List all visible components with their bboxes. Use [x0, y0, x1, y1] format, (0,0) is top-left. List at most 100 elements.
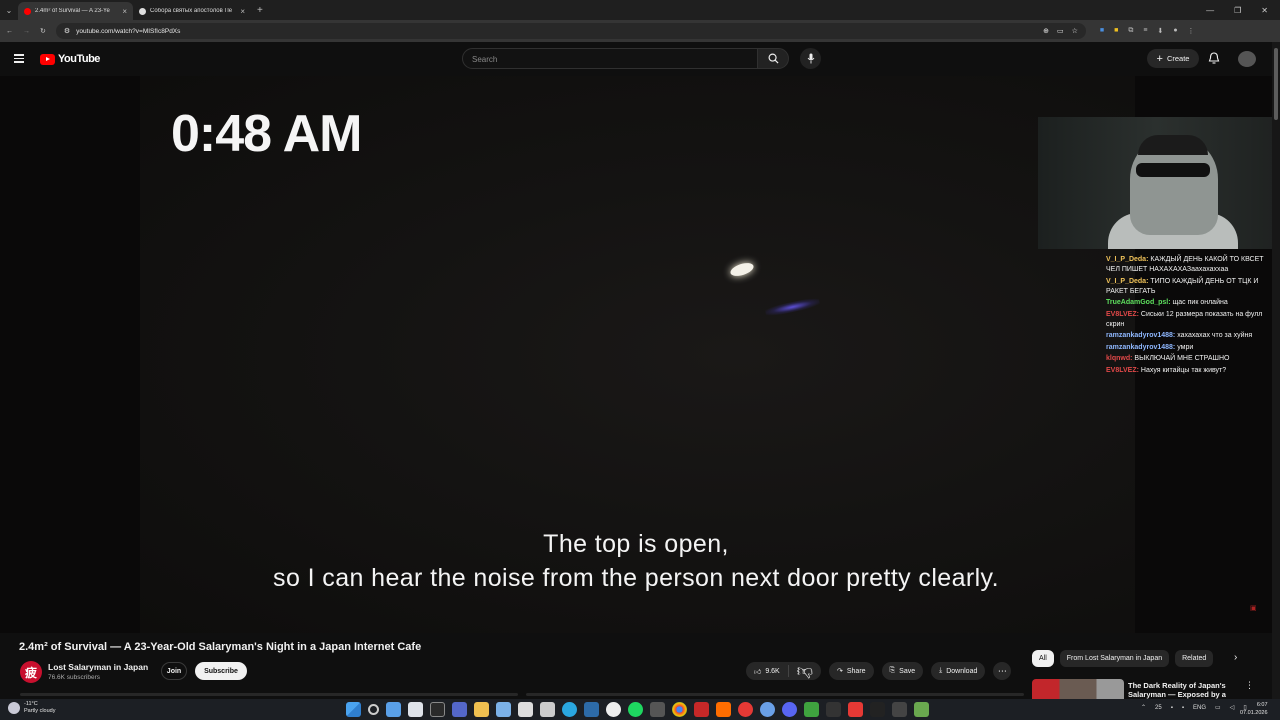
app-icon[interactable] — [540, 702, 555, 717]
notifications-bell-icon[interactable] — [1208, 52, 1220, 70]
volume-icon[interactable]: ◁ — [1230, 704, 1235, 711]
app-icon[interactable] — [760, 702, 775, 717]
chat-message: ramzankadyrov1488: умри — [1106, 343, 1272, 353]
chip-from-channel[interactable]: From Lost Salaryman in Japan — [1059, 650, 1170, 667]
downloads-icon[interactable]: ⬇ — [1157, 27, 1163, 35]
network-icon[interactable]: ▭ — [1215, 704, 1221, 711]
save-button[interactable]: ⎘ Save — [881, 662, 924, 680]
search-input[interactable]: Search — [462, 48, 758, 69]
app-icon[interactable] — [870, 702, 885, 717]
dislike-button[interactable]: 👎︎ — [789, 662, 821, 681]
app-icon[interactable] — [430, 702, 445, 717]
terminal-icon[interactable] — [892, 702, 907, 717]
close-window-icon[interactable]: ✕ — [1261, 6, 1268, 15]
tab-youtube[interactable]: 2.4m² of Survival — A 23-Ye × — [18, 2, 133, 20]
bookmark-star-icon[interactable]: ☆ — [1072, 27, 1078, 35]
tray-app-icon[interactable]: ▪ — [1182, 705, 1184, 711]
language-indicator[interactable]: ENG — [1193, 705, 1206, 711]
reload-icon[interactable]: ↻ — [40, 27, 46, 35]
subscribe-button[interactable]: Subscribe — [195, 662, 247, 680]
tray-app-icon[interactable]: ▪ — [1171, 705, 1173, 711]
taskbar-apps — [346, 702, 929, 717]
chat-text: хахахахах что за хуйня — [1175, 332, 1253, 339]
site-info-icon[interactable]: ⚙ — [64, 27, 70, 35]
create-button[interactable]: + Create — [1147, 49, 1199, 68]
video-player[interactable]: 0:48 AM V_I_P_Deda: КАЖДЫЙ ДЕНЬ КАКОЙ ТО… — [0, 76, 1272, 633]
extension-icon[interactable]: ■ — [1100, 27, 1104, 35]
chip-all[interactable]: All — [1032, 650, 1054, 667]
spotify-icon[interactable] — [628, 702, 643, 717]
chat-text: ВЫКЛЮЧАЙ МНЕ СТРАШНО — [1132, 355, 1230, 362]
channel-avatar[interactable]: 疲 — [20, 661, 42, 683]
menu-icon[interactable]: ≡ — [1143, 27, 1147, 35]
download-button[interactable]: ⤓ Download — [931, 662, 986, 680]
download-label: Download — [946, 667, 978, 675]
app-icon[interactable] — [496, 702, 511, 717]
minecraft-icon[interactable] — [804, 702, 819, 717]
page-scrollbar[interactable] — [1272, 42, 1280, 699]
tab-second[interactable]: Собора святых апостолов Пе × — [133, 2, 251, 20]
chevron-right-icon[interactable]: › — [1234, 652, 1237, 663]
like-button[interactable]: 👍︎ 9.6K — [746, 665, 789, 677]
forward-icon[interactable]: → — [23, 28, 30, 35]
recommended-thumbnail[interactable] — [1032, 679, 1124, 699]
app-icon[interactable] — [914, 702, 929, 717]
extensions-puzzle-icon[interactable]: ⧉ — [1128, 27, 1133, 35]
tab-close-icon[interactable]: × — [240, 7, 245, 16]
app-icon[interactable] — [452, 702, 467, 717]
minimize-icon[interactable]: — — [1206, 6, 1214, 15]
extension-icon[interactable]: ■ — [1114, 27, 1118, 35]
weather-widget[interactable]: -11°C Partly cloudy — [8, 701, 56, 715]
download-icon: ⤓ — [939, 667, 943, 674]
omnibox-actions: ⊕ ▭ ☆ — [1043, 27, 1078, 35]
tab-search-icon[interactable]: ⌄ — [0, 6, 18, 15]
address-bar[interactable]: ⚙ youtube.com/watch?v=MISfIc8PdXs ⊕ ▭ ☆ — [55, 23, 1086, 39]
maximize-icon[interactable]: ❐ — [1234, 6, 1241, 15]
taskbar-clock[interactable]: 6:07 07.01.2026 — [1240, 701, 1268, 717]
tray-chevron-up-icon[interactable]: ⌃ — [1141, 704, 1146, 711]
back-icon[interactable]: ← — [6, 28, 13, 35]
search-taskbar-icon[interactable] — [368, 704, 379, 715]
chrome-icon[interactable] — [672, 702, 687, 717]
subtitle-line-1: The top is open, — [543, 530, 729, 558]
file-explorer-icon[interactable] — [474, 702, 489, 717]
chatgpt-icon[interactable] — [606, 702, 621, 717]
windows-start-icon[interactable] — [346, 702, 361, 717]
share-button[interactable]: ↷ Share — [828, 662, 874, 680]
recommended-menu-icon[interactable]: ⋮ — [1245, 680, 1254, 691]
join-button[interactable]: Join — [161, 662, 187, 680]
channel-name[interactable]: Lost Salaryman in Japan — [48, 662, 148, 672]
more-actions-icon[interactable]: ⋯ — [993, 662, 1012, 680]
chat-message: EV8LVEZ: Сиськи 12 размера показать на ф… — [1106, 310, 1272, 330]
user-avatar[interactable] — [1238, 51, 1256, 67]
chat-username: V_I_P_Deda: — [1106, 277, 1149, 285]
telegram-icon[interactable] — [562, 702, 577, 717]
scrollbar-thumb[interactable] — [1274, 48, 1278, 120]
app-icon[interactable] — [716, 702, 731, 717]
app-icon[interactable] — [694, 702, 709, 717]
hamburger-menu-icon[interactable] — [14, 54, 24, 63]
zoom-icon[interactable]: ⊕ — [1043, 27, 1049, 35]
youtube-logo[interactable]: YouTube — [40, 53, 100, 65]
steam-icon[interactable] — [584, 702, 599, 717]
app-icon[interactable] — [408, 702, 423, 717]
app-icon[interactable] — [650, 702, 665, 717]
cast-icon[interactable]: ▭ — [1057, 27, 1064, 35]
taskbar-time: 6:07 — [1256, 702, 1268, 708]
tab-close-icon[interactable]: × — [122, 7, 127, 16]
new-tab-icon[interactable]: + — [257, 5, 263, 16]
app-icon[interactable] — [848, 702, 863, 717]
chip-related[interactable]: Related — [1175, 650, 1214, 667]
app-icon[interactable] — [518, 702, 533, 717]
voice-search-button[interactable] — [800, 48, 821, 69]
app-icon[interactable] — [738, 702, 753, 717]
discord-icon[interactable] — [782, 702, 797, 717]
search-button[interactable] — [757, 48, 789, 69]
profile-icon[interactable]: ● — [1173, 27, 1177, 35]
chat-text: Нахуя китайцы так живут? — [1138, 366, 1227, 374]
kebab-menu-icon[interactable]: ⋮ — [1188, 27, 1195, 35]
system-tray: ⌃ 25 ▪ ▪ ENG ▭ ◁ ▯ — [1141, 704, 1247, 712]
app-icon[interactable] — [826, 702, 841, 717]
widgets-icon[interactable] — [386, 702, 401, 717]
cloud-icon — [8, 702, 20, 714]
